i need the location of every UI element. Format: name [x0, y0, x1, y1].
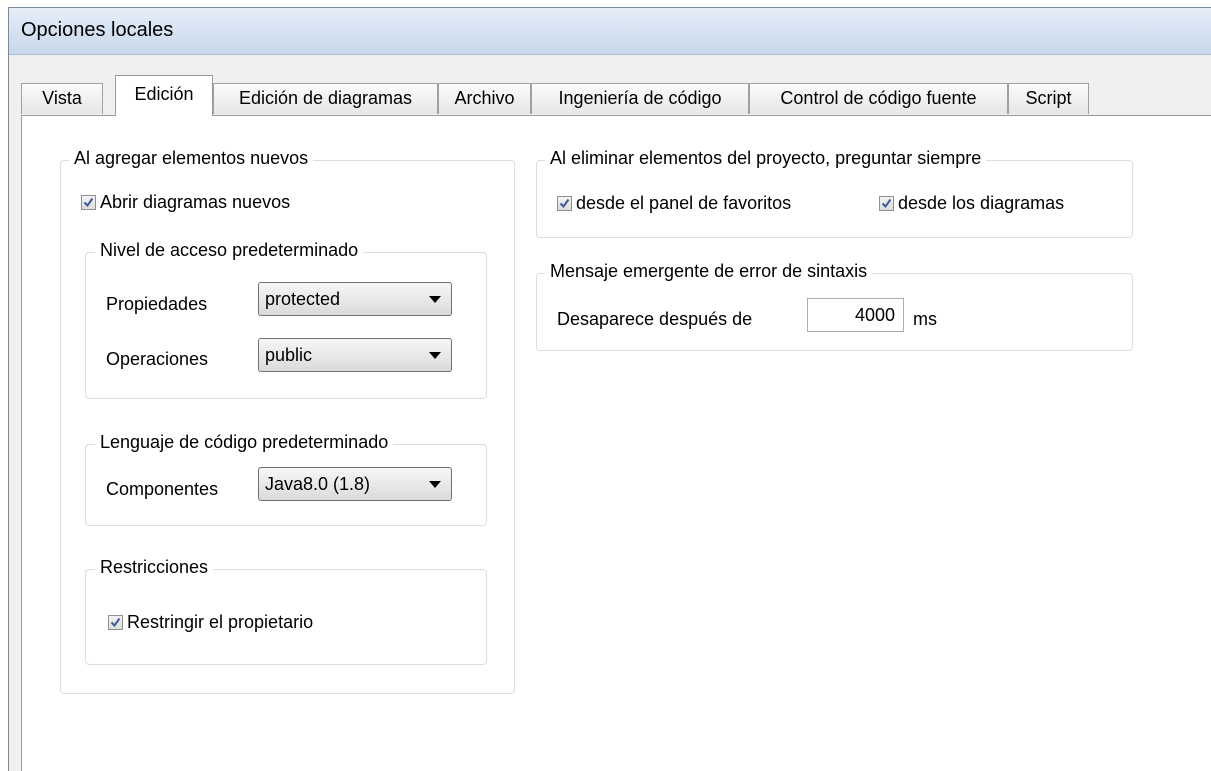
tab-panel-edicion: Al agregar elementos nuevos Abrir diagra…	[21, 115, 1211, 771]
tab-ingenieria-de-codigo[interactable]: Ingeniería de código	[531, 83, 749, 114]
open-new-diagrams-checkbox[interactable]: Abrir diagramas nuevos	[81, 192, 290, 213]
chevron-down-icon	[429, 352, 441, 359]
check-icon	[557, 196, 572, 211]
tab-strip: Vista Edición Edición de diagramas Archi…	[9, 75, 1211, 116]
components-label: Componentes	[106, 479, 219, 499]
tab-edicion-de-diagramas[interactable]: Edición de diagramas	[213, 83, 438, 114]
access-level-group: Nivel de acceso predeterminado Propiedad…	[85, 240, 487, 399]
chevron-down-icon	[429, 296, 441, 303]
tab-control-de-codigo-fuente[interactable]: Control de código fuente	[749, 83, 1008, 114]
delete-elements-group: Al eliminar elementos del proyecto, preg…	[536, 148, 1133, 238]
syntax-error-group: Mensaje emergente de error de sintaxis D…	[536, 261, 1133, 351]
properties-select[interactable]: protected	[258, 282, 452, 316]
options-dialog: Opciones locales Vista Edición Edición d…	[8, 7, 1211, 771]
restrict-owner-label: Restringir el propietario	[127, 612, 314, 632]
code-language-group: Lenguaje de código predeterminado Compon…	[85, 432, 487, 526]
add-elements-group: Al agregar elementos nuevos Abrir diagra…	[60, 148, 515, 694]
restrict-owner-checkbox[interactable]: Restringir el propietario	[108, 612, 313, 633]
tab-vista[interactable]: Vista	[21, 83, 103, 114]
chevron-down-icon	[429, 481, 441, 488]
tab-archivo[interactable]: Archivo	[438, 83, 531, 114]
from-diagrams-label: desde los diagramas	[898, 193, 1065, 213]
tab-edicion[interactable]: Edición	[115, 75, 213, 116]
properties-value: protected	[265, 289, 341, 309]
restrictions-group: Restricciones Restringir el propietario	[85, 557, 487, 665]
restrictions-legend: Restricciones	[95, 557, 214, 578]
access-level-legend: Nivel de acceso predeterminado	[95, 240, 364, 261]
properties-label: Propiedades	[106, 294, 208, 314]
syntax-error-legend: Mensaje emergente de error de sintaxis	[545, 261, 873, 282]
add-elements-legend: Al agregar elementos nuevos	[69, 148, 314, 169]
components-value: Java8.0 (1.8)	[265, 474, 371, 494]
from-favorites-checkbox[interactable]: desde el panel de favoritos	[557, 193, 791, 214]
delete-elements-legend: Al eliminar elementos del proyecto, preg…	[545, 148, 987, 169]
timeout-input[interactable]: 4000	[807, 298, 904, 332]
check-icon	[879, 196, 894, 211]
operations-select[interactable]: public	[258, 338, 452, 372]
from-favorites-label: desde el panel de favoritos	[576, 193, 792, 213]
timeout-unit: ms	[913, 309, 937, 329]
check-icon	[108, 615, 123, 630]
check-icon	[81, 195, 96, 210]
operations-label: Operaciones	[106, 349, 209, 369]
disappears-label: Desaparece después de	[557, 309, 753, 329]
tab-script[interactable]: Script	[1008, 83, 1089, 114]
from-diagrams-checkbox[interactable]: desde los diagramas	[879, 193, 1064, 214]
operations-value: public	[265, 345, 313, 365]
code-language-legend: Lenguaje de código predeterminado	[95, 432, 394, 453]
open-new-diagrams-label: Abrir diagramas nuevos	[100, 192, 291, 212]
title-bar: Opciones locales	[9, 8, 1211, 55]
components-select[interactable]: Java8.0 (1.8)	[258, 467, 452, 501]
window-title: Opciones locales	[21, 19, 174, 41]
